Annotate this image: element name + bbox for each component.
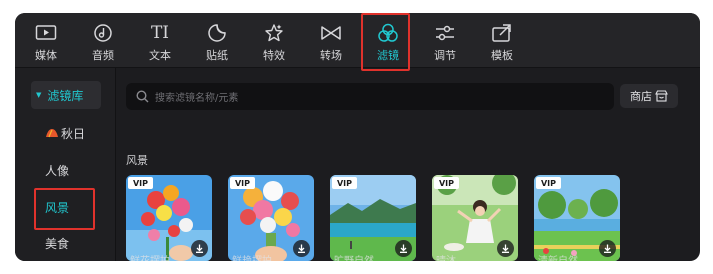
editor-window: 媒体 音频 TI 文本 贴纸 特效 转场 滤镜 调节 模板 ▼ 滤镜库 秋日 人…: [15, 13, 700, 261]
tab-template[interactable]: 模板: [477, 13, 527, 67]
filter-category-sidebar: ▼ 滤镜库 秋日 人像 风景 美食: [15, 68, 116, 261]
search-input[interactable]: 搜索滤镜名称/元素: [126, 83, 614, 110]
store-icon: [655, 90, 668, 102]
filter-name: 鲜艳摆拍: [232, 252, 272, 261]
tab-effects[interactable]: 特效: [249, 13, 299, 67]
download-icon[interactable]: [293, 240, 310, 257]
section-title: 风景: [126, 154, 148, 167]
template-icon: [491, 23, 513, 43]
download-icon[interactable]: [191, 240, 208, 257]
tab-text[interactable]: TI 文本: [135, 13, 185, 67]
audio-icon: [93, 23, 113, 43]
sidebar-item-portrait[interactable]: 人像: [45, 156, 115, 184]
tab-sticker[interactable]: 贴纸: [192, 13, 242, 67]
filter-thumbnail[interactable]: VIP 鲜花摆拍: [126, 175, 212, 261]
tab-label: 媒体: [35, 49, 57, 62]
tab-label: 音频: [92, 49, 114, 62]
tab-label: 模板: [491, 49, 513, 62]
tab-adjust[interactable]: 调节: [420, 13, 470, 67]
filter-thumbnail[interactable]: VIP 晴沐: [432, 175, 518, 261]
scenery-item-highlight-box: [34, 188, 95, 230]
tab-label: 贴纸: [206, 49, 228, 62]
vip-badge: VIP: [536, 177, 561, 189]
filter-name: 清新自然: [538, 252, 578, 261]
tab-label: 转场: [320, 49, 342, 62]
filter-thumbnail[interactable]: VIP 鲜艳摆拍: [228, 175, 314, 261]
sidebar-item-filter-library[interactable]: ▼ 滤镜库: [31, 81, 101, 109]
tab-label: 文本: [149, 49, 171, 62]
sidebar-item-label: 秋日: [61, 126, 86, 141]
tab-audio[interactable]: 音频: [78, 13, 128, 67]
download-icon[interactable]: [395, 240, 412, 257]
filter-thumbnail[interactable]: VIP 旷野自然: [330, 175, 416, 261]
store-button[interactable]: 商店: [620, 84, 678, 108]
filter-tab-highlight-box: [361, 13, 410, 71]
download-icon[interactable]: [599, 240, 616, 257]
caret-down-icon: ▼: [36, 91, 42, 99]
search-placeholder: 搜索滤镜名称/元素: [155, 93, 239, 104]
filter-name: 晴沐: [436, 252, 456, 261]
text-icon: TI: [150, 23, 170, 43]
top-tab-bar: 媒体 音频 TI 文本 贴纸 特效 转场 滤镜 调节 模板: [15, 13, 700, 68]
filter-thumbnail[interactable]: VIP 清新自然: [534, 175, 620, 261]
sidebar-item-label: 人像: [45, 163, 70, 178]
tab-transition[interactable]: 转场: [306, 13, 356, 67]
tab-label: 特效: [263, 49, 285, 62]
vip-badge: VIP: [434, 177, 459, 189]
media-icon: [35, 23, 57, 43]
filter-name: 旷野自然: [334, 252, 374, 261]
sticker-icon: [207, 23, 227, 43]
store-button-label: 商店: [630, 90, 652, 103]
search-icon: [136, 90, 149, 103]
vip-badge: VIP: [332, 177, 357, 189]
vip-badge: VIP: [128, 177, 153, 189]
autumn-leaf-icon: [45, 128, 59, 138]
tab-label: 调节: [434, 49, 456, 62]
download-icon[interactable]: [497, 240, 514, 257]
filter-content-panel: 搜索滤镜名称/元素 商店 风景 VIP VIP VIP VIP VIP: [116, 68, 700, 261]
vip-badge: VIP: [230, 177, 255, 189]
filter-name: 鲜花摆拍: [130, 252, 170, 261]
effects-icon: [264, 23, 284, 43]
sidebar-item-autumn[interactable]: 秋日: [45, 119, 115, 147]
sidebar-item-food[interactable]: 美食: [45, 229, 115, 257]
tab-media[interactable]: 媒体: [21, 13, 71, 67]
sidebar-item-label: 美食: [45, 236, 70, 251]
transition-icon: [320, 23, 342, 43]
sidebar-item-label: 滤镜库: [47, 88, 84, 103]
adjust-icon: [434, 23, 456, 43]
